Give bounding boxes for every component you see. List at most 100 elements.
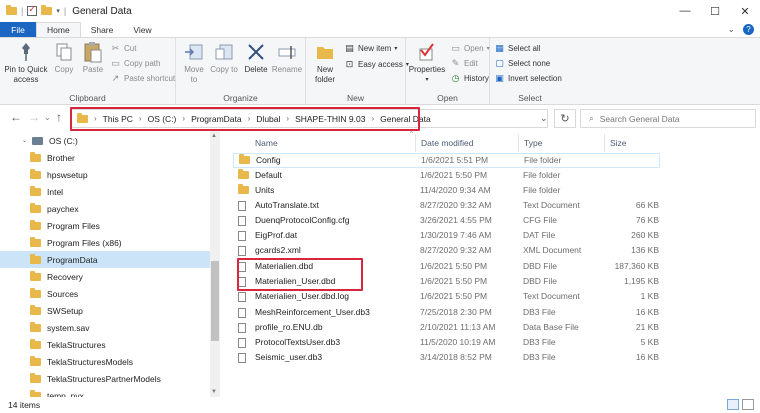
breadcrumb-this-pc[interactable]: This PC (103, 114, 133, 124)
list-item-config[interactable]: Config 1/6/2021 5:51 PM File folder (233, 153, 660, 168)
breadcrumb-dlubal[interactable]: Dlubal (256, 114, 280, 124)
minimize-button[interactable]: — (670, 0, 700, 22)
folder-icon (30, 338, 41, 349)
scroll-down-icon[interactable]: ▼ (211, 389, 217, 395)
nav-item-intel[interactable]: Intel (0, 183, 210, 200)
folder-icon (30, 236, 41, 247)
list-item-default[interactable]: Default 1/6/2021 5:50 PM File folder (233, 169, 660, 184)
search-box[interactable]: ⌕ Search General Data (580, 109, 756, 128)
list-item-protocoltextsuser[interactable]: ProtocolTextsUser.db3 11/5/2020 10:19 AM… (233, 336, 660, 351)
quick-access-dropdown-icon[interactable]: ▾ (56, 7, 60, 15)
close-button[interactable]: ✕ (730, 0, 760, 22)
folder-icon (6, 5, 17, 15)
address-bar[interactable]: › This PC › OS (C:) › ProgramData › Dlub… (70, 109, 548, 128)
scissors-icon: ✂ (111, 43, 120, 53)
list-item-autotranslate[interactable]: AutoTranslate.txt 8/27/2020 9:32 AM Text… (233, 199, 660, 214)
breadcrumb-programdata[interactable]: ProgramData (191, 114, 242, 124)
nav-item-brother[interactable]: Brother (0, 149, 210, 166)
forward-arrow-icon[interactable]: → (28, 110, 40, 124)
list-item-materialien[interactable]: Materialien.dbd 1/6/2021 5:50 PM DBD Fil… (233, 260, 660, 275)
nav-pane-scrollbar[interactable]: ▲ ▼ (210, 131, 220, 397)
history-button[interactable]: ◷ History (450, 73, 489, 84)
new-folder-quick-icon[interactable] (41, 5, 53, 15)
paste-button[interactable]: Paste (79, 41, 107, 75)
copy-to-button[interactable]: Copy to (210, 41, 238, 75)
nav-item-swsetup[interactable]: SWSetup (0, 302, 210, 319)
nav-item-teklastructurespartnermodels[interactable]: TeklaStructuresPartnerModels (0, 370, 210, 387)
details-view-icon[interactable] (727, 399, 739, 410)
nav-item-temp-pyx[interactable]: temp_pyx (0, 387, 210, 397)
nav-item-teklastructures[interactable]: TeklaStructures (0, 336, 210, 353)
select-all-button[interactable]: ▦ Select all (494, 43, 540, 54)
back-arrow-icon[interactable]: ← (10, 110, 22, 124)
nav-item-os-c[interactable]: ⌄ OS (C:) (0, 132, 210, 149)
nav-item-teklastructuresmodels[interactable]: TeklaStructuresModels (0, 353, 210, 370)
paste-shortcut-icon: ↗ (111, 73, 120, 83)
list-item-gcards2[interactable]: gcards2.xml 8/27/2020 9:32 AM XML Docume… (233, 244, 660, 259)
tab-file[interactable]: File (0, 22, 36, 37)
paste-shortcut-button[interactable]: ↗ Paste shortcut (110, 73, 175, 84)
list-item-seismic-user[interactable]: Seismic_user.db3 3/14/2018 8:52 PM DB3 F… (233, 351, 660, 366)
nav-item-sources[interactable]: Sources (0, 285, 210, 302)
recent-locations-icon[interactable]: ⌄ (44, 113, 51, 122)
nav-item-paychex[interactable]: paychex (0, 200, 210, 217)
nav-item-programdata[interactable]: ProgramData (0, 251, 210, 268)
breadcrumb-os-c[interactable]: OS (C:) (148, 114, 177, 124)
breadcrumb-general-data[interactable]: General Data (380, 114, 431, 124)
folder-icon (30, 355, 41, 366)
nav-item-hpswsetup[interactable]: hpswsetup (0, 166, 210, 183)
invert-selection-button[interactable]: ▣ Invert selection (494, 73, 562, 84)
list-item-profile-ro[interactable]: profile_ro.ENU.db 2/10/2021 11:13 AM Dat… (233, 321, 660, 336)
move-to-button[interactable]: Move to (180, 41, 208, 85)
list-item-units[interactable]: Units 11/4/2020 9:34 AM File folder (233, 184, 660, 199)
list-item-materialien-user[interactable]: Materialien_User.dbd 1/6/2021 5:50 PM DB… (233, 275, 660, 290)
scroll-up-icon[interactable]: ▲ (211, 133, 217, 139)
new-folder-button[interactable]: New folder (310, 41, 340, 85)
edit-button[interactable]: ✎ Edit (450, 58, 478, 69)
pin-quick-access-button[interactable]: Pin to Quick access (4, 41, 48, 85)
list-item-meshreinforcement[interactable]: MeshReinforcement_User.db3 7/25/2018 2:3… (233, 306, 660, 321)
breadcrumb-shape-thin[interactable]: SHAPE-THIN 9.03 (295, 114, 365, 124)
folder-icon (30, 202, 41, 213)
column-header-type[interactable]: Type (518, 134, 604, 152)
search-input[interactable]: Search General Data (600, 114, 680, 124)
maximize-button[interactable]: ☐ (700, 0, 730, 22)
copy-button[interactable]: Copy (50, 41, 78, 75)
copy-path-button[interactable]: ▭ Copy path (110, 58, 160, 69)
tab-share[interactable]: Share (81, 22, 124, 37)
column-header-name[interactable]: Name (255, 134, 415, 152)
column-header-date[interactable]: Date modified (415, 134, 518, 152)
properties-check-icon (415, 41, 439, 63)
column-header-size[interactable]: Size (604, 134, 664, 152)
select-none-button[interactable]: ▢ Select none (494, 58, 550, 69)
cut-button[interactable]: ✂ Cut (110, 43, 137, 54)
open-icon: ▭ (451, 43, 460, 53)
tab-home[interactable]: Home (36, 22, 81, 37)
nav-item-program-files-x86[interactable]: Program Files (x86) (0, 234, 210, 251)
open-group-label: Open (437, 93, 458, 103)
folder-icon (239, 154, 250, 164)
nav-item-recovery[interactable]: Recovery (0, 268, 210, 285)
easy-access-button[interactable]: ⊡ Easy access ▾ (344, 59, 409, 70)
refresh-icon[interactable]: ↻ (554, 109, 576, 128)
open-button[interactable]: ▭ Open ▾ (450, 43, 489, 54)
properties-button[interactable]: Properties ▾ (408, 41, 446, 85)
list-item-duenqprotocolconfig[interactable]: DuenqProtocolConfig.cfg 3/26/2021 4:55 P… (233, 214, 660, 229)
scrollbar-thumb[interactable] (211, 261, 219, 341)
ribbon-expand-icon[interactable]: ⌄ (727, 24, 735, 35)
address-dropdown-icon[interactable]: ⌄ (540, 113, 548, 124)
list-item-materialien-user-log[interactable]: Materialien_User.dbd.log 1/6/2021 5:50 P… (233, 290, 660, 305)
large-icons-view-icon[interactable] (742, 399, 754, 410)
chevron-down-icon[interactable]: ⌄ (22, 137, 27, 144)
properties-check-icon[interactable] (27, 4, 38, 16)
list-item-eigprof[interactable]: EigProf.dat 1/30/2019 7:46 AM DAT File 2… (233, 229, 660, 244)
help-icon[interactable]: ? (743, 24, 754, 35)
nav-item-system-sav[interactable]: system.sav (0, 319, 210, 336)
up-arrow-icon[interactable]: ↑ (56, 110, 62, 124)
tab-view[interactable]: View (123, 22, 161, 37)
folder-icon (30, 321, 41, 332)
new-item-button[interactable]: ▤ New item ▾ (344, 43, 397, 54)
nav-item-program-files[interactable]: Program Files (0, 217, 210, 234)
rename-button[interactable]: Rename (272, 41, 302, 75)
delete-button[interactable]: Delete (242, 41, 270, 75)
